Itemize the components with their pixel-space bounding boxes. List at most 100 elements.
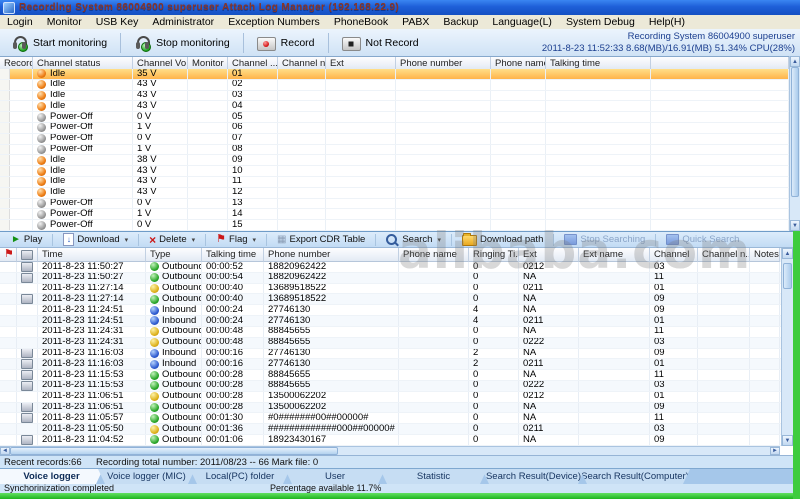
not-record-icon bbox=[341, 36, 361, 51]
scrollbar-thumb[interactable] bbox=[791, 67, 799, 197]
toolbar-button-not-record[interactable]: Not Record bbox=[335, 33, 426, 53]
call-record-row[interactable]: 2011-8-23 11:06:51 Outbound 00:00:28 135000… bbox=[0, 391, 800, 403]
column-header-phone-number[interactable]: Phone number bbox=[264, 248, 399, 262]
channel-row[interactable]: Power-Off 0 V 15 bbox=[0, 220, 800, 231]
flag-column-header[interactable]: ⚑ bbox=[0, 248, 17, 262]
channel-table-scrollbar[interactable]: ▲ ▼ bbox=[789, 56, 800, 231]
call-record-row[interactable]: 2011-8-23 11:24:51 Inbound 00:00:24 2774613… bbox=[0, 316, 800, 327]
channel-row[interactable]: Idle 43 V 04 bbox=[0, 101, 800, 113]
record-toolbar-button-flag[interactable]: ⚑ Flag ▾ bbox=[209, 232, 263, 247]
menu-item-login[interactable]: Login bbox=[0, 16, 40, 28]
call-record-row[interactable]: 2011-8-23 11:24:51 Inbound 00:00:24 2774613… bbox=[0, 305, 800, 317]
record-toolbar-button-play[interactable]: ► Play bbox=[4, 232, 49, 247]
column-header-ext[interactable]: Ext bbox=[519, 248, 579, 262]
record-toolbar-button-export-cdr-table[interactable]: ▦ Export CDR Table bbox=[270, 232, 372, 247]
column-header-notes[interactable]: Notes bbox=[750, 248, 780, 262]
channel-row[interactable]: Power-Off 1 V 14 bbox=[0, 209, 800, 221]
call-cell bbox=[17, 359, 38, 370]
tab-search-result-computer[interactable]: Search Result(Computer) bbox=[580, 469, 690, 484]
menu-item-phonebook[interactable]: PhoneBook bbox=[327, 16, 395, 28]
channel-cell bbox=[326, 166, 396, 176]
channel-row[interactable]: Idle 38 V 09 bbox=[0, 155, 800, 167]
toolbar-button-record[interactable]: Record bbox=[250, 33, 322, 53]
call-record-row[interactable]: 2011-8-23 11:06:51 Outbound 00:00:28 135000… bbox=[0, 402, 800, 414]
scrollbar-thumb[interactable] bbox=[783, 263, 792, 289]
column-header-phone-name[interactable]: Phone name bbox=[399, 248, 469, 262]
channel-row[interactable]: Idle 43 V 10 bbox=[0, 166, 800, 177]
toolbar-button-start-monitoring[interactable]: Start monitoring bbox=[4, 33, 114, 53]
menu-item-pabx[interactable]: PABX bbox=[395, 16, 436, 28]
call-record-row[interactable]: 2011-8-23 11:04:52 Outbound 00:01:06 189234… bbox=[0, 435, 800, 446]
call-cell bbox=[399, 359, 469, 370]
scrollbar-thumb[interactable] bbox=[10, 447, 338, 455]
call-table-hscrollbar[interactable]: ◄ ► bbox=[0, 446, 780, 455]
record-toolbar-button-delete[interactable]: × Delete ▾ bbox=[142, 232, 202, 247]
dropdown-arrow-icon[interactable]: ▾ bbox=[125, 236, 129, 244]
column-header-talking-time[interactable]: Talking time bbox=[202, 248, 264, 262]
call-cell: 00:00:24 bbox=[202, 316, 264, 326]
scroll-down-icon[interactable]: ▼ bbox=[782, 435, 793, 446]
call-record-row[interactable]: 2011-8-23 11:50:27 Outbound 00:00:54 188209… bbox=[0, 272, 800, 284]
menu-item-backup[interactable]: Backup bbox=[436, 16, 485, 28]
menu-item-administrator[interactable]: Administrator bbox=[145, 16, 221, 28]
tab-local-pc-folder[interactable]: Local(PC) folder bbox=[190, 469, 290, 484]
tab-search-result-device[interactable]: Search Result(Device) bbox=[482, 469, 585, 484]
call-record-row[interactable]: 2011-8-23 11:24:31 Outbound 00:00:48 888456… bbox=[0, 337, 800, 349]
menu-item-usb-key[interactable]: USB Key bbox=[89, 16, 146, 28]
column-header-ext-name[interactable]: Ext name bbox=[579, 248, 650, 262]
call-table-scrollbar[interactable]: ▲ ▼ bbox=[781, 248, 793, 446]
channel-row[interactable]: Idle 43 V 11 bbox=[0, 176, 800, 188]
menu-item-monitor[interactable]: Monitor bbox=[40, 16, 89, 28]
column-header-ringing-ti[interactable]: Ringing Ti... bbox=[469, 248, 519, 262]
channel-status-label: Power-Off bbox=[50, 112, 93, 122]
tab-user[interactable]: User bbox=[285, 469, 385, 484]
channel-row[interactable]: Power-Off 1 V 08 bbox=[0, 144, 800, 156]
scroll-up-icon[interactable]: ▲ bbox=[790, 56, 800, 67]
channel-row[interactable]: Idle 43 V 12 bbox=[0, 187, 800, 199]
column-header-channel[interactable]: Channel bbox=[650, 248, 698, 262]
record-file-column-header[interactable] bbox=[17, 248, 38, 262]
channel-row[interactable]: Power-Off 1 V 06 bbox=[0, 122, 800, 134]
menu-item-language-l[interactable]: Language(L) bbox=[485, 16, 559, 28]
call-record-row[interactable]: 2011-8-23 11:16:03 Inbound 00:00:16 2774613… bbox=[0, 359, 800, 371]
channel-row[interactable]: Power-Off 0 V 07 bbox=[0, 133, 800, 145]
column-header-time[interactable]: Time bbox=[38, 248, 146, 262]
channel-row[interactable]: Idle 35 V 01 bbox=[0, 69, 800, 80]
scroll-left-icon[interactable]: ◄ bbox=[0, 447, 10, 455]
record-toolbar-button-download-path[interactable]: Download path bbox=[455, 232, 550, 247]
call-record-row[interactable]: 2011-8-23 11:05:50 Outbound 00:01:36 ######… bbox=[0, 424, 800, 435]
dropdown-arrow-icon[interactable]: ▾ bbox=[253, 236, 257, 244]
call-record-row[interactable]: 2011-8-23 11:27:14 Outbound 00:00:40 136895… bbox=[0, 294, 800, 306]
channel-cell bbox=[396, 90, 491, 101]
call-record-row[interactable]: 2011-8-23 11:15:53 Outbound 00:00:28 888456… bbox=[0, 370, 800, 381]
call-cell: 0 bbox=[469, 326, 519, 337]
call-record-row[interactable]: 2011-8-23 11:50:27 Outbound 00:00:52 188209… bbox=[0, 262, 800, 273]
toolbar-button-stop-monitoring[interactable]: Stop monitoring bbox=[127, 33, 237, 53]
tab-voice-logger-mic[interactable]: Voice logger (MIC) bbox=[98, 469, 195, 484]
record-toolbar-button-search[interactable]: Search ▾ bbox=[379, 232, 448, 247]
call-record-row[interactable]: 2011-8-23 11:15:53 Outbound 00:00:28 888456… bbox=[0, 380, 800, 392]
call-record-row[interactable]: 2011-8-23 11:16:03 Inbound 00:00:16 2774613… bbox=[0, 348, 800, 360]
channel-row[interactable]: Power-Off 0 V 05 bbox=[0, 112, 800, 123]
scroll-up-icon[interactable]: ▲ bbox=[782, 248, 793, 259]
record-toolbar-button-download[interactable]: ↓ Download ▾ bbox=[56, 232, 135, 247]
scroll-right-icon[interactable]: ► bbox=[770, 447, 780, 455]
column-header-type[interactable]: Type bbox=[146, 248, 202, 262]
menu-item-exception-numbers[interactable]: Exception Numbers bbox=[221, 16, 327, 28]
tab-statistic[interactable]: Statistic bbox=[380, 469, 487, 484]
dropdown-arrow-icon[interactable]: ▾ bbox=[437, 236, 441, 244]
channel-row[interactable]: Power-Off 0 V 13 bbox=[0, 198, 800, 210]
menu-item-system-debug[interactable]: System Debug bbox=[559, 16, 642, 28]
scroll-down-icon[interactable]: ▼ bbox=[790, 220, 800, 231]
call-cell: Inbound bbox=[146, 316, 202, 326]
dropdown-arrow-icon[interactable]: ▾ bbox=[192, 236, 196, 244]
menu-item-help-h[interactable]: Help(H) bbox=[642, 16, 692, 28]
call-record-row[interactable]: 2011-8-23 11:05:57 Outbound 00:01:30 #0####… bbox=[0, 413, 800, 425]
call-record-row[interactable]: 2011-8-23 11:24:31 Outbound 00:00:48 888456… bbox=[0, 326, 800, 338]
channel-cell bbox=[326, 69, 396, 79]
tab-voice-logger[interactable]: Voice logger bbox=[0, 469, 103, 484]
channel-row[interactable]: Idle 43 V 02 bbox=[0, 79, 800, 91]
call-record-row[interactable]: 2011-8-23 11:27:14 Outbound 00:00:40 136895… bbox=[0, 283, 800, 295]
column-header-channel-n[interactable]: Channel n... bbox=[698, 248, 750, 262]
channel-row[interactable]: Idle 43 V 03 bbox=[0, 90, 800, 102]
